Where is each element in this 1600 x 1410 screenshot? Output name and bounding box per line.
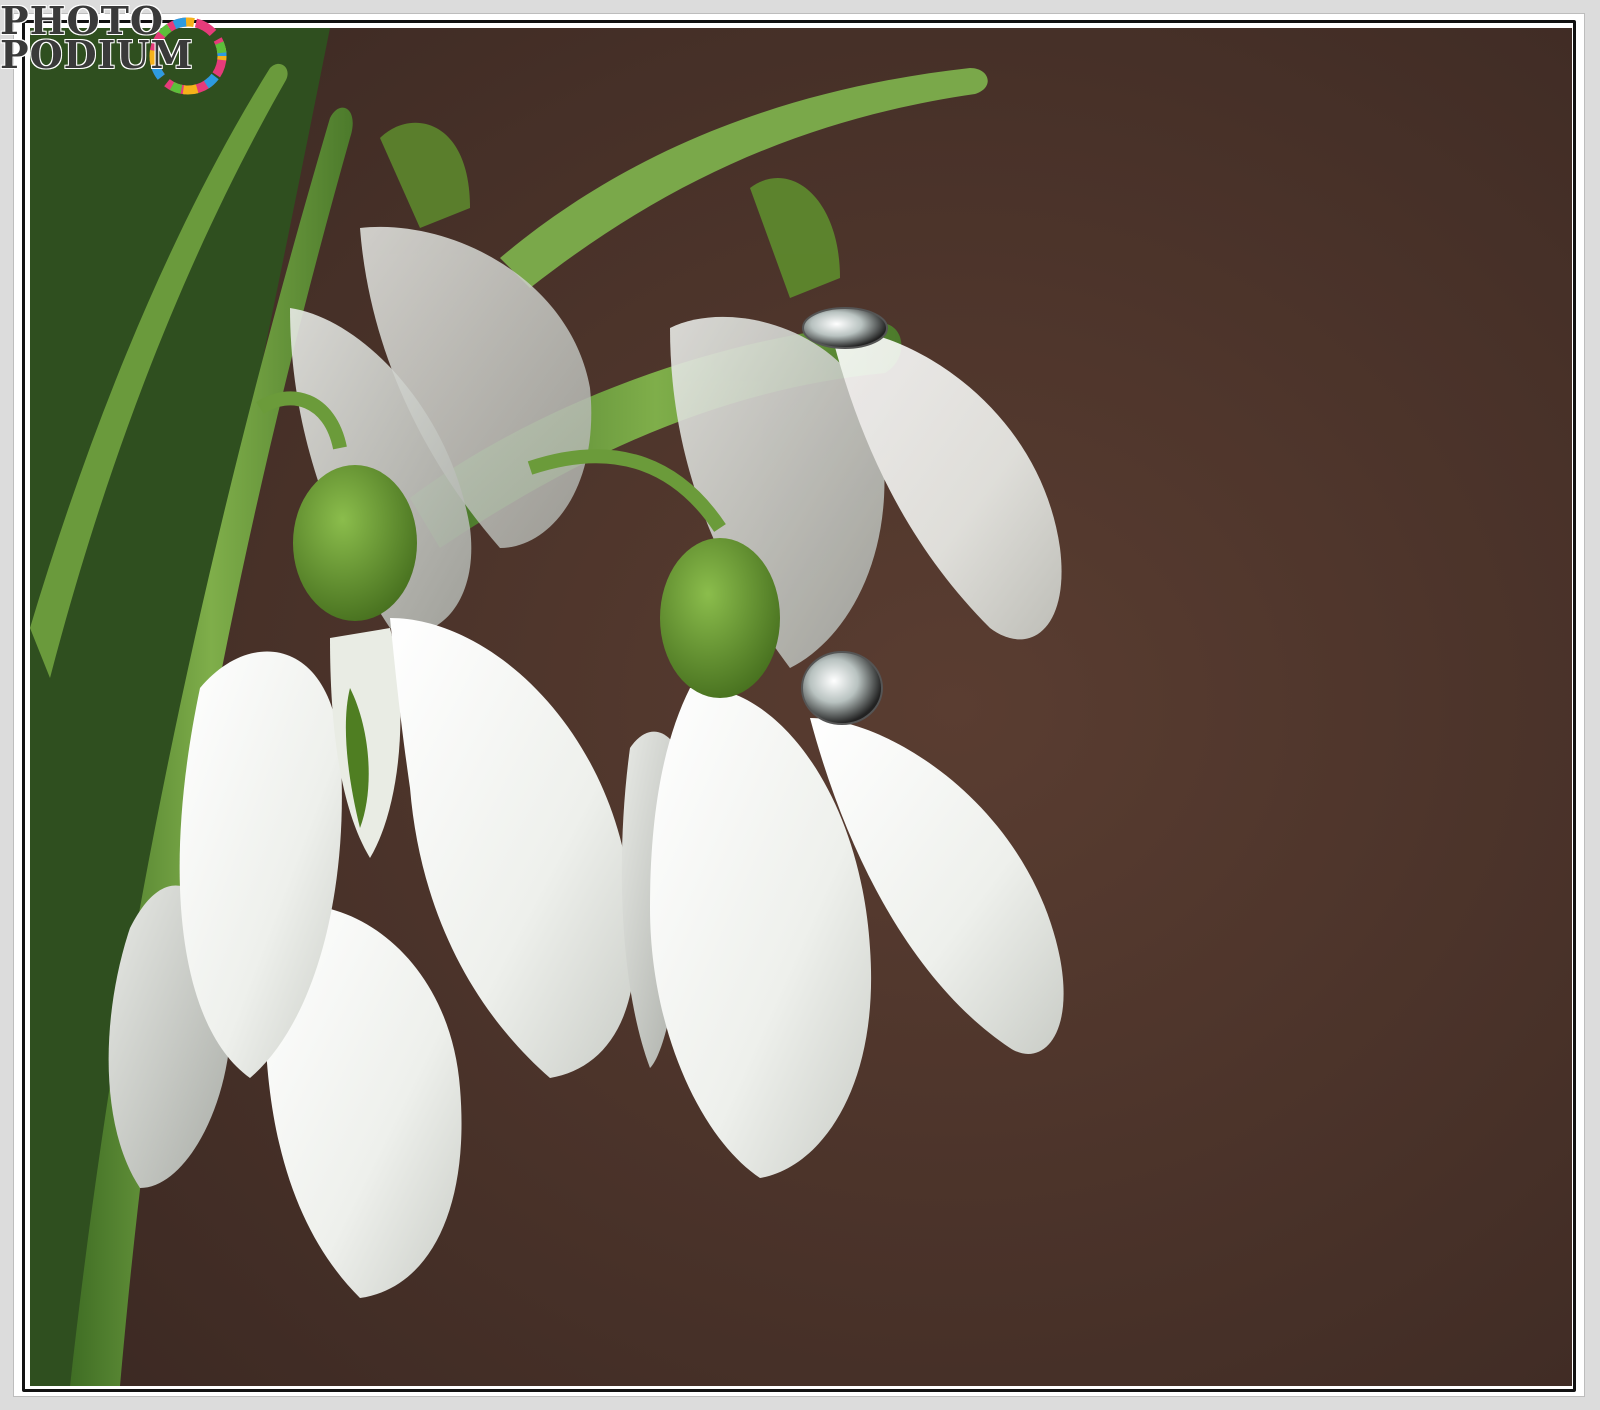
water-drop (802, 307, 888, 349)
water-drop (801, 651, 883, 725)
watermark-logo: PHOTO PODIUM (0, 0, 240, 100)
snowdrop-photo (30, 28, 1572, 1386)
watermark-text: PODIUM (0, 32, 194, 77)
